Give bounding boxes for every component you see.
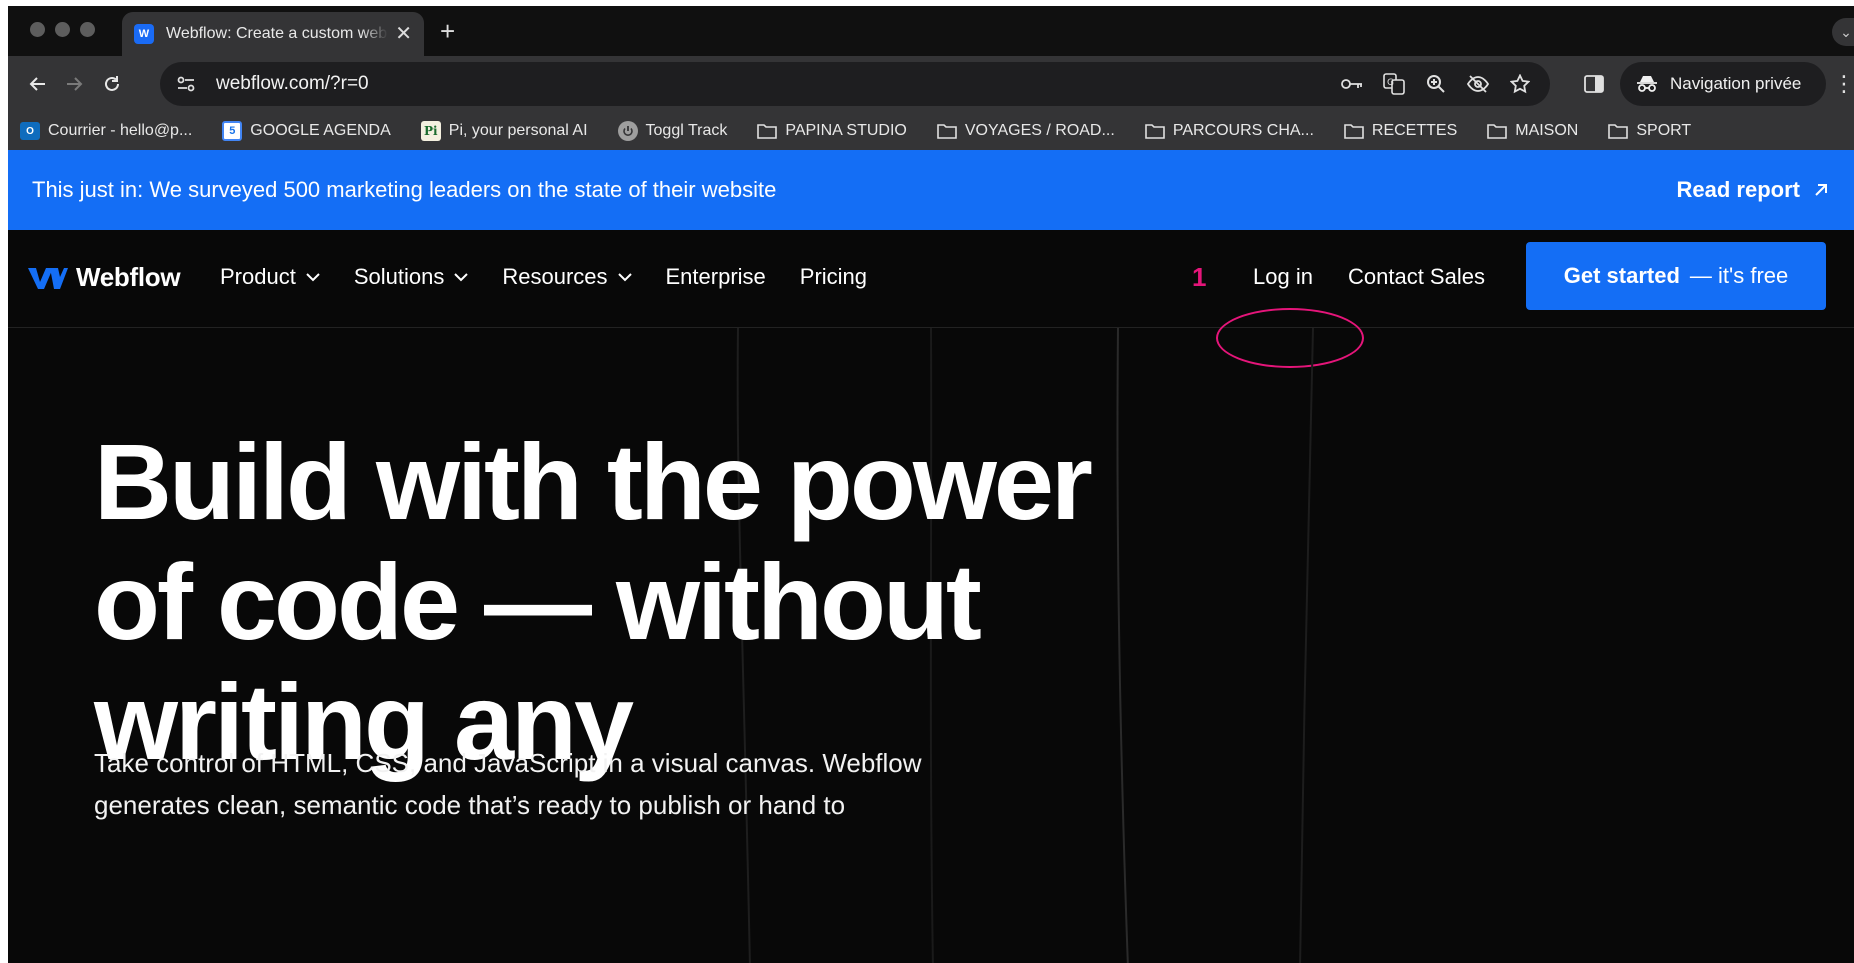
- address-bar-actions: G: [1340, 62, 1532, 106]
- bookmark-courrier[interactable]: O Courrier - hello@p...: [20, 122, 192, 140]
- nav-label: Pricing: [799, 264, 868, 289]
- webflow-favicon-icon: W: [134, 24, 154, 44]
- google-calendar-icon: 5: [222, 121, 243, 141]
- back-button[interactable]: [22, 68, 54, 100]
- bookmark-label: Pi, your personal AI: [448, 122, 588, 139]
- translate-icon[interactable]: G: [1382, 72, 1406, 96]
- bookmark-folder-parcours[interactable]: PARCOURS CHA...: [1145, 122, 1314, 140]
- nav-label: Product: [220, 264, 296, 289]
- minimize-window-button[interactable]: [55, 22, 70, 37]
- get-started-button[interactable]: Get started — it's free: [1526, 242, 1826, 310]
- bookmark-toggl[interactable]: Toggl Track: [617, 121, 728, 141]
- webflow-logo-icon: [28, 267, 68, 289]
- bookmark-label: RECETTES: [1371, 122, 1458, 139]
- incognito-icon: [1637, 76, 1657, 92]
- reload-button[interactable]: [96, 68, 128, 100]
- nav-enterprise[interactable]: Enterprise: [666, 264, 766, 290]
- bookmark-google-agenda[interactable]: 5 GOOGLE AGENDA: [222, 121, 391, 141]
- chevron-down-icon: [617, 270, 632, 284]
- logo-text: Webflow: [76, 262, 181, 292]
- close-window-button[interactable]: [30, 22, 45, 37]
- nav-label: Solutions: [353, 264, 445, 289]
- nav-product[interactable]: Product: [220, 264, 320, 290]
- active-tab[interactable]: W Webflow: Create a custom website | Vis…: [122, 12, 424, 56]
- contact-sales-link[interactable]: Contact Sales: [1348, 264, 1485, 290]
- folder-icon: [1145, 124, 1165, 139]
- window-controls: [30, 22, 95, 37]
- forward-button[interactable]: [58, 68, 90, 100]
- read-report-link[interactable]: Read report: [1677, 150, 1828, 230]
- folder-icon: [1487, 124, 1508, 139]
- announcement-banner: This just in: We surveyed 500 marketing …: [8, 150, 1854, 230]
- bookmark-folder-maison[interactable]: MAISON: [1487, 122, 1578, 140]
- url-text: webflow.com/?r=0: [216, 73, 369, 94]
- nav-pricing[interactable]: Pricing: [800, 264, 867, 290]
- folder-icon: [937, 124, 957, 139]
- bookmark-label: SPORT: [1636, 122, 1692, 139]
- tab-title: Webflow: Create a custom website | Visua…: [166, 25, 388, 42]
- outlook-icon: O: [20, 122, 40, 140]
- bookmark-label: PARCOURS CHA...: [1172, 122, 1314, 139]
- site-navigation: Webflow Product Solutions Resources Ente…: [8, 230, 1854, 368]
- bookmark-label: GOOGLE AGENDA: [250, 122, 391, 139]
- folder-icon: [1344, 124, 1364, 139]
- close-tab-icon[interactable]: ✕: [395, 24, 412, 44]
- bookmark-label: MAISON: [1515, 122, 1579, 139]
- tab-strip: W Webflow: Create a custom website | Vis…: [8, 6, 1854, 56]
- browser-toolbar: webflow.com/?r=0 G Navigation privée ⋮: [8, 56, 1854, 112]
- bookmark-label: VOYAGES / ROAD...: [964, 122, 1115, 139]
- chevron-down-icon: [306, 270, 320, 284]
- hero-subtitle: Take control of HTML, CSS, and JavaScrip…: [94, 748, 922, 820]
- side-panel-icon[interactable]: [1580, 70, 1608, 98]
- incognito-profile-button[interactable]: Navigation privée: [1620, 62, 1826, 106]
- toggl-icon: [617, 121, 638, 141]
- banner-text: This just in: We surveyed 500 marketing …: [32, 177, 777, 202]
- bookmark-folder-recettes[interactable]: RECETTES: [1344, 122, 1457, 140]
- arrow-right-icon: [67, 77, 83, 91]
- folder-icon: [757, 124, 778, 139]
- nav-label: Resources: [502, 264, 608, 289]
- page-viewport: This just in: We surveyed 500 marketing …: [8, 150, 1854, 963]
- read-report-label: Read report: [1676, 177, 1800, 202]
- webflow-logo[interactable]: Webflow: [28, 262, 181, 293]
- cta-bold-label: Get started: [1563, 263, 1680, 288]
- bookmark-folder-voyages[interactable]: VOYAGES / ROAD...: [937, 122, 1115, 140]
- maximize-window-button[interactable]: [80, 22, 95, 37]
- bookmarks-bar: O Courrier - hello@p... 5 GOOGLE AGENDA …: [8, 112, 1854, 150]
- svg-text:G: G: [1387, 78, 1394, 88]
- bookmark-pi[interactable]: Pi Pi, your personal AI: [420, 121, 588, 141]
- browser-window: W Webflow: Create a custom website | Vis…: [8, 6, 1854, 963]
- bookmark-label: Courrier - hello@p...: [48, 122, 193, 139]
- nav-resources[interactable]: Resources: [502, 264, 632, 290]
- reload-icon: [105, 76, 119, 91]
- bookmark-star-icon[interactable]: [1508, 72, 1532, 96]
- cta-rest-label: — it's free: [1689, 263, 1789, 288]
- address-bar[interactable]: webflow.com/?r=0 G: [160, 62, 1550, 106]
- new-tab-button[interactable]: +: [440, 18, 455, 44]
- bookmark-folder-papina[interactable]: PAPINA STUDIO: [757, 122, 907, 140]
- browser-menu-icon[interactable]: ⋮: [1833, 68, 1854, 100]
- arrow-left-icon: [29, 77, 45, 91]
- key-icon[interactable]: [1340, 72, 1364, 96]
- hero-title: Build with the power of code — without w…: [94, 421, 1093, 782]
- arrow-up-right-icon: [1815, 184, 1827, 196]
- annotation-number: 1: [1192, 262, 1207, 292]
- main-menu: Product Solutions Resources Enterprise P…: [220, 264, 867, 290]
- pi-icon: Pi: [420, 121, 441, 141]
- chevron-down-icon: [454, 270, 469, 284]
- profile-label: Navigation privée: [1670, 74, 1802, 93]
- tab-search-button[interactable]: ⌄: [1832, 18, 1854, 46]
- site-settings-icon[interactable]: [170, 75, 202, 93]
- nav-label: Enterprise: [665, 264, 766, 289]
- eye-off-icon[interactable]: [1466, 72, 1490, 96]
- login-link[interactable]: Log in: [1253, 264, 1313, 290]
- nav-solutions[interactable]: Solutions: [354, 264, 469, 290]
- bookmark-label: PAPINA STUDIO: [785, 122, 907, 139]
- folder-icon: [1608, 124, 1629, 139]
- bookmark-label: Toggl Track: [645, 122, 728, 139]
- zoom-icon[interactable]: [1424, 72, 1448, 96]
- bookmark-folder-sport[interactable]: SPORT: [1608, 122, 1691, 140]
